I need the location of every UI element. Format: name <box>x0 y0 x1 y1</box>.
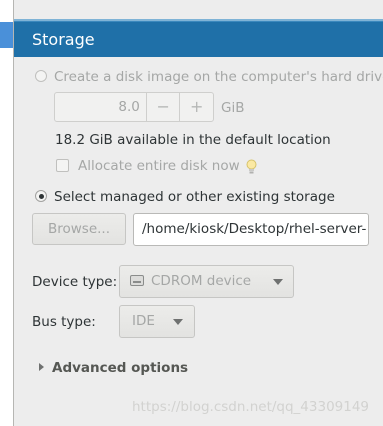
size-unit-label: GiB <box>221 100 245 116</box>
side-list <box>0 0 14 426</box>
bus-type-value: IDE <box>132 313 155 329</box>
watermark: https://blog.csdn.net/qq_43309149 <box>132 399 370 415</box>
allocate-disk-label: Allocate entire disk now <box>78 158 240 174</box>
existing-storage-radio[interactable] <box>35 190 47 202</box>
expander-arrow-icon[interactable] <box>39 363 44 371</box>
storage-path-input[interactable]: /home/kiosk/Desktop/rhel-server- <box>133 213 369 246</box>
bus-type-dropdown[interactable]: IDE <box>119 305 195 338</box>
existing-storage-label: Select managed or other existing storage <box>54 189 335 205</box>
device-type-dropdown[interactable]: CDROM device <box>119 265 294 298</box>
chevron-down-icon <box>173 319 183 325</box>
page-title: Storage <box>14 21 383 57</box>
side-list-selected-row[interactable] <box>0 22 13 48</box>
disk-size-spinner[interactable]: 8.0 − + <box>54 92 214 122</box>
allocate-disk-checkbox[interactable] <box>56 159 69 172</box>
browse-button[interactable]: Browse... <box>32 213 126 245</box>
lightbulb-icon <box>246 159 257 174</box>
chevron-down-icon <box>273 279 283 285</box>
disk-size-value[interactable]: 8.0 <box>55 93 146 121</box>
available-space-text: 18.2 GiB available in the default locati… <box>55 132 331 148</box>
device-type-value: CDROM device <box>151 273 252 289</box>
create-disk-label: Create a disk image on the computer's ha… <box>54 69 383 85</box>
cdrom-icon <box>130 275 144 286</box>
create-disk-radio[interactable] <box>35 70 47 82</box>
device-type-label: Device type: <box>32 274 118 290</box>
decrease-size-button[interactable]: − <box>145 93 180 121</box>
bus-type-label: Bus type: <box>32 314 96 330</box>
advanced-options-expander[interactable]: Advanced options <box>52 360 188 376</box>
increase-size-button[interactable]: + <box>179 93 213 121</box>
